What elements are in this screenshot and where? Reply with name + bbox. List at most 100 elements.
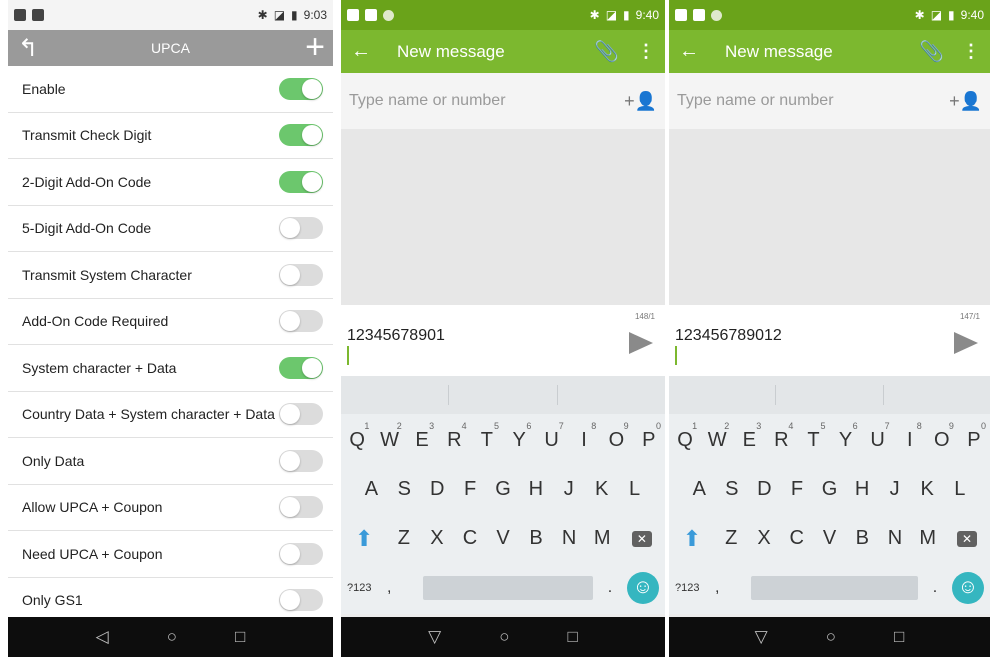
toggle-switch[interactable] xyxy=(279,124,323,147)
toggle-switch[interactable] xyxy=(279,496,323,519)
key-s[interactable]: S xyxy=(716,478,749,501)
send-icon[interactable] xyxy=(954,332,978,354)
key-i[interactable]: 8I xyxy=(568,421,600,452)
send-icon[interactable] xyxy=(629,332,653,354)
key-v[interactable]: V xyxy=(813,527,846,550)
space-bar[interactable] xyxy=(423,575,593,600)
key-h[interactable]: H xyxy=(519,478,552,501)
key-j[interactable]: J xyxy=(552,478,585,501)
period-key[interactable]: . xyxy=(593,579,627,597)
key-a[interactable]: A xyxy=(683,478,716,501)
more-options-icon[interactable]: ⋮ xyxy=(637,41,655,62)
key-d[interactable]: D xyxy=(748,478,781,501)
back-arrow-icon[interactable]: ← xyxy=(351,40,397,63)
setting-row[interactable]: 5-Digit Add-On Code xyxy=(8,206,333,252)
key-u[interactable]: 7U xyxy=(862,421,894,452)
key-v[interactable]: V xyxy=(486,527,519,550)
toggle-switch[interactable] xyxy=(279,589,323,612)
key-l[interactable]: L xyxy=(943,478,976,501)
key-b[interactable]: B xyxy=(846,527,879,550)
key-p[interactable]: 0P xyxy=(633,421,665,452)
key-z[interactable]: Z xyxy=(387,527,420,550)
symbols-key[interactable]: ?123 xyxy=(347,582,387,594)
setting-row[interactable]: System character + Data xyxy=(8,345,333,392)
setting-row[interactable]: Only Data xyxy=(8,438,333,485)
nav-recent-icon[interactable]: □ xyxy=(894,627,904,647)
compose-box[interactable]: 148/1 12345678901 xyxy=(341,305,665,376)
setting-row[interactable]: Allow UPCA + Coupon xyxy=(8,485,333,531)
key-n[interactable]: N xyxy=(553,527,586,550)
nav-back-icon[interactable]: ◁ xyxy=(96,627,109,647)
toggle-switch[interactable] xyxy=(279,403,323,426)
add-icon[interactable]: + xyxy=(305,28,325,67)
setting-row[interactable]: Need UPCA + Coupon xyxy=(8,531,333,578)
key-w[interactable]: 2W xyxy=(701,421,733,452)
key-y[interactable]: 6Y xyxy=(503,421,535,452)
toggle-switch[interactable] xyxy=(279,77,323,100)
period-key[interactable]: . xyxy=(918,579,952,597)
key-a[interactable]: A xyxy=(355,478,388,501)
key-r[interactable]: 4R xyxy=(765,421,797,452)
key-g[interactable]: G xyxy=(487,478,520,501)
key-k[interactable]: K xyxy=(911,478,944,501)
attach-icon[interactable]: 📎 xyxy=(594,39,619,64)
setting-row[interactable]: Enable xyxy=(8,66,333,113)
nav-recent-icon[interactable]: □ xyxy=(568,627,578,647)
more-options-icon[interactable]: ⋮ xyxy=(962,41,980,62)
key-w[interactable]: 2W xyxy=(373,421,405,452)
key-q[interactable]: 1Q xyxy=(341,421,373,452)
toggle-switch[interactable] xyxy=(279,263,323,286)
nav-back-icon[interactable]: ▽ xyxy=(755,627,768,647)
recipient-field[interactable]: Type name or number +👤 xyxy=(669,73,990,129)
key-k[interactable]: K xyxy=(585,478,618,501)
nav-home-icon[interactable]: ○ xyxy=(167,627,177,647)
toggle-switch[interactable] xyxy=(279,356,323,379)
key-y[interactable]: 6Y xyxy=(830,421,862,452)
key-n[interactable]: N xyxy=(879,527,912,550)
key-r[interactable]: 4R xyxy=(438,421,470,452)
delete-key[interactable]: ✕ xyxy=(619,530,665,547)
key-f[interactable]: F xyxy=(781,478,814,501)
setting-row[interactable]: 2-Digit Add-On Code xyxy=(8,159,333,206)
setting-row[interactable]: Add-On Code Required xyxy=(8,299,333,345)
emoji-icon[interactable]: ☺ xyxy=(952,571,984,604)
key-u[interactable]: 7U xyxy=(535,421,567,452)
key-l[interactable]: L xyxy=(618,478,651,501)
key-z[interactable]: Z xyxy=(715,527,748,550)
shift-icon[interactable]: ⬆ xyxy=(341,526,387,552)
key-m[interactable]: M xyxy=(911,527,944,550)
key-x[interactable]: X xyxy=(420,527,453,550)
key-f[interactable]: F xyxy=(454,478,487,501)
key-g[interactable]: G xyxy=(813,478,846,501)
key-t[interactable]: 5T xyxy=(797,421,829,452)
key-e[interactable]: 3E xyxy=(406,421,438,452)
nav-recent-icon[interactable]: □ xyxy=(235,627,245,647)
add-contact-icon[interactable]: +👤 xyxy=(624,91,657,112)
add-contact-icon[interactable]: +👤 xyxy=(949,91,982,112)
space-bar[interactable] xyxy=(751,575,918,600)
setting-row[interactable]: Country Data + System character + Data xyxy=(8,392,333,438)
comma-key[interactable]: , xyxy=(387,579,423,597)
key-c[interactable]: C xyxy=(453,527,486,550)
toggle-switch[interactable] xyxy=(279,542,323,565)
key-e[interactable]: 3E xyxy=(733,421,765,452)
toggle-switch[interactable] xyxy=(279,310,323,333)
back-arrow-icon[interactable]: ← xyxy=(679,40,725,63)
comma-key[interactable]: , xyxy=(715,579,751,597)
setting-row[interactable]: Transmit System Character xyxy=(8,252,333,299)
setting-row[interactable]: Transmit Check Digit xyxy=(8,113,333,159)
key-b[interactable]: B xyxy=(520,527,553,550)
toggle-switch[interactable] xyxy=(279,217,323,240)
key-c[interactable]: C xyxy=(780,527,813,550)
shift-icon[interactable]: ⬆ xyxy=(669,526,715,552)
key-j[interactable]: J xyxy=(878,478,911,501)
toggle-switch[interactable] xyxy=(279,449,323,472)
key-d[interactable]: D xyxy=(421,478,454,501)
key-o[interactable]: 9O xyxy=(926,421,958,452)
nav-back-icon[interactable]: ▽ xyxy=(428,627,441,647)
key-o[interactable]: 9O xyxy=(600,421,632,452)
key-h[interactable]: H xyxy=(846,478,879,501)
key-m[interactable]: M xyxy=(586,527,619,550)
nav-home-icon[interactable]: ○ xyxy=(826,627,836,647)
key-i[interactable]: 8I xyxy=(894,421,926,452)
